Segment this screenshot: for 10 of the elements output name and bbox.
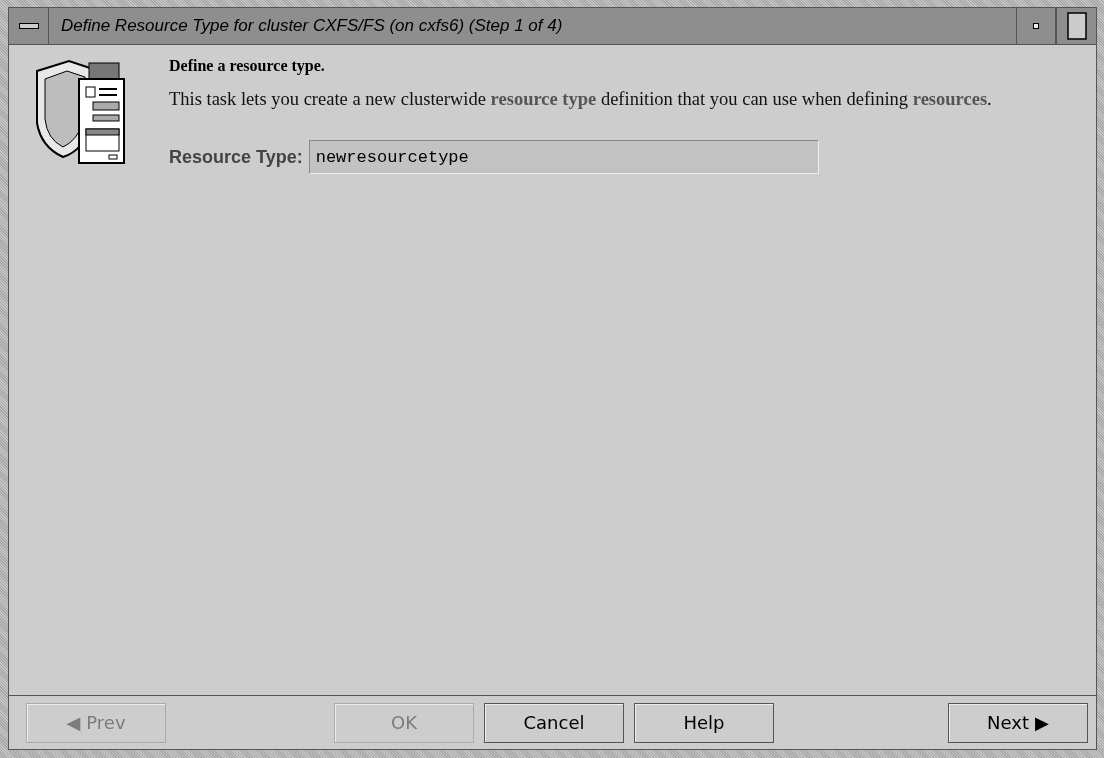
square-icon <box>1066 12 1087 40</box>
field-label: Resource Type: <box>169 146 303 168</box>
next-button[interactable]: Next ▶ <box>948 702 1088 743</box>
resource-type-field[interactable]: newresourcetype <box>308 140 819 174</box>
task-heading: Define a resource type. <box>169 57 326 75</box>
cancel-button[interactable]: Cancel <box>484 702 624 743</box>
task-description: This task lets you create a new clusterwide resource type definition that you can use when defining resources. <box>169 88 993 110</box>
window-title: Define Resource Type for cluster CXFS/FS (on cxfs6) (Step 1 of 4) <box>60 15 564 37</box>
dash-icon <box>18 22 39 30</box>
help-button[interactable]: Help <box>634 702 774 743</box>
